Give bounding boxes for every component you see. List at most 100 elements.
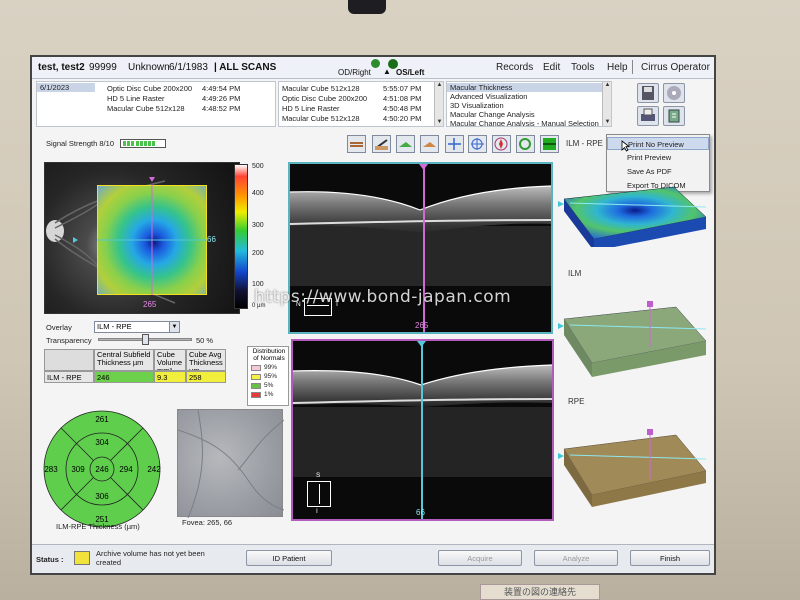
scroll-down-icon[interactable]: ▼ [604, 119, 611, 126]
scan-item[interactable]: HD 5 Line Raster [282, 104, 340, 113]
enface-vessels [177, 409, 285, 519]
os-label[interactable]: OS/Left [396, 68, 424, 77]
target-icon[interactable] [468, 135, 487, 153]
analysis-item[interactable]: Advanced Visualization [450, 92, 527, 101]
scroll-down-icon[interactable]: ▼ [436, 119, 443, 126]
scan-time: 4:49:26 PM [202, 94, 241, 103]
acquire-button[interactable]: Acquire [438, 550, 522, 566]
orientation-box: S I [307, 472, 331, 515]
od-eye-dot[interactable] [371, 59, 380, 68]
orange-layer-icon[interactable] [420, 135, 439, 153]
signal-segment [148, 141, 152, 146]
id-patient-button[interactable]: ID Patient [246, 550, 332, 566]
compass-icon[interactable] [492, 135, 511, 153]
scan-list-right[interactable]: Macular Cube 512x128 5:55:07 PM Optic Di… [278, 81, 444, 127]
status-message: Archive volume has not yet been created [96, 549, 205, 567]
ilm-surface[interactable] [556, 297, 716, 377]
col-header-avg: Cube Avg Thickness µm [186, 349, 226, 371]
signal-label: Signal Strength 8/10 [46, 139, 114, 148]
analysis-item[interactable]: 3D Visualization [450, 101, 504, 110]
cube-volume-value: 9.3 [154, 371, 186, 383]
gradient-icon[interactable] [540, 135, 559, 153]
etdrs-inner-right: 294 [119, 465, 133, 474]
scroll-up-icon[interactable]: ▲ [436, 82, 443, 89]
fovea-caption: Fovea: 265, 66 [182, 518, 233, 527]
central-thickness-value: 246 [94, 371, 154, 383]
scan-time: 4:49:54 PM [202, 84, 241, 93]
scan-date[interactable]: 6/1/2023 [37, 83, 95, 92]
save-icon[interactable] [637, 83, 659, 103]
bscan-index-label: 265 [415, 321, 429, 330]
oct-layers-vertical [293, 364, 552, 477]
scan-item[interactable]: Macular Cube 512x128 [282, 84, 360, 93]
etdrs-inner-left: 309 [71, 465, 85, 474]
chevron-down-icon[interactable]: ▼ [169, 322, 179, 332]
monitor-sticker: 装置の図の連絡先 [480, 584, 600, 600]
export-icon[interactable] [663, 106, 685, 126]
ilm-rpe-label: ILM - RPE [566, 139, 603, 148]
etdrs-inner-top: 304 [95, 438, 109, 447]
legend-label: 95% [264, 373, 278, 380]
scan-item[interactable]: Optic Disc Cube 200x200 [107, 84, 192, 93]
refresh-icon[interactable] [516, 135, 535, 153]
cd-icon[interactable] [663, 83, 685, 103]
position-marker-icon [419, 164, 428, 170]
bscan-horizontal[interactable]: N T 265 [288, 162, 553, 334]
menu-records[interactable]: Records [496, 62, 533, 73]
scale-label: 300 [252, 222, 264, 229]
transparency-slider-thumb[interactable] [142, 334, 149, 345]
analysis-item[interactable]: Macular Change Analysis - Manual Selecti… [450, 119, 599, 126]
col-header-central: Central Subfield Thickness µm [94, 349, 154, 371]
orientation-arrow [319, 484, 320, 504]
normals-legend: Distribution of Normals 99% 95% 5% 1% [247, 346, 289, 406]
analysis-list[interactable]: Macular Thickness Advanced Visualization… [446, 81, 612, 127]
signal-segment [123, 141, 126, 146]
overlay-value: ILM - RPE [97, 322, 132, 331]
analysis-item[interactable]: Macular Thickness [447, 83, 604, 92]
scan-item[interactable]: HD 5 Line Raster [107, 94, 165, 103]
fundus-thickness-image[interactable]: 66 265 [44, 162, 240, 314]
layer-tool-icon[interactable] [347, 135, 366, 153]
analyze-button[interactable]: Analyze [534, 550, 618, 566]
menu-help[interactable]: Help [607, 62, 628, 73]
signal-segment [131, 141, 135, 146]
crosshair-icon[interactable] [445, 135, 464, 153]
scan-list-scrollbar[interactable]: ▲ ▼ [434, 82, 443, 126]
mouse-cursor-icon [621, 140, 630, 152]
bscan-vertical[interactable]: S I 66 [291, 339, 554, 521]
etdrs-thickness-grid[interactable]: 261 242 251 283 304 294 306 309 246 [42, 409, 162, 529]
scroll-up-icon[interactable]: ▲ [604, 82, 611, 89]
finish-button[interactable]: Finish [630, 550, 710, 566]
fovea-enface-image[interactable] [177, 409, 285, 519]
overlay-select[interactable]: ILM - RPE ▼ [94, 321, 180, 333]
scan-list-left[interactable]: 6/1/2023 Optic Disc Cube 200x200 4:49:54… [36, 81, 276, 127]
printer-icon[interactable] [637, 106, 659, 126]
signal-segment [127, 141, 131, 146]
rpe-label: RPE [568, 397, 585, 406]
analysis-item[interactable]: Macular Change Analysis [450, 110, 535, 119]
legend-swatch [251, 392, 261, 398]
scan-item[interactable]: Macular Cube 512x128 [282, 114, 360, 123]
patient-sex: Unknown [128, 62, 170, 73]
legend-label: 99% [264, 364, 278, 371]
analysis-scrollbar[interactable]: ▲ ▼ [602, 82, 611, 126]
green-layer-icon[interactable] [396, 135, 415, 153]
patient-dob: 6/1/1983 [169, 62, 208, 73]
signal-segment [152, 141, 156, 146]
signal-segment [135, 141, 139, 146]
edit-tool-icon[interactable] [372, 135, 391, 153]
scan-item[interactable]: Macular Cube 512x128 [107, 104, 185, 113]
signal-segment [139, 141, 143, 146]
menu-edit[interactable]: Edit [543, 62, 560, 73]
menu-item-print-preview[interactable]: Print Preview [607, 151, 709, 164]
rpe-surface[interactable] [556, 427, 716, 507]
scan-item[interactable]: Optic Disc Cube 200x200 [282, 94, 367, 103]
menu-tools[interactable]: Tools [571, 62, 594, 73]
scan-position-line[interactable] [421, 341, 423, 519]
h-marker-label: 66 [207, 235, 216, 244]
ilm-rpe-surface[interactable] [556, 177, 716, 247]
legend-swatch [251, 365, 261, 371]
etdrs-outer-top: 261 [95, 415, 109, 424]
od-label[interactable]: OD/Right [338, 68, 371, 77]
scan-time: 4:50:48 PM [383, 104, 422, 113]
